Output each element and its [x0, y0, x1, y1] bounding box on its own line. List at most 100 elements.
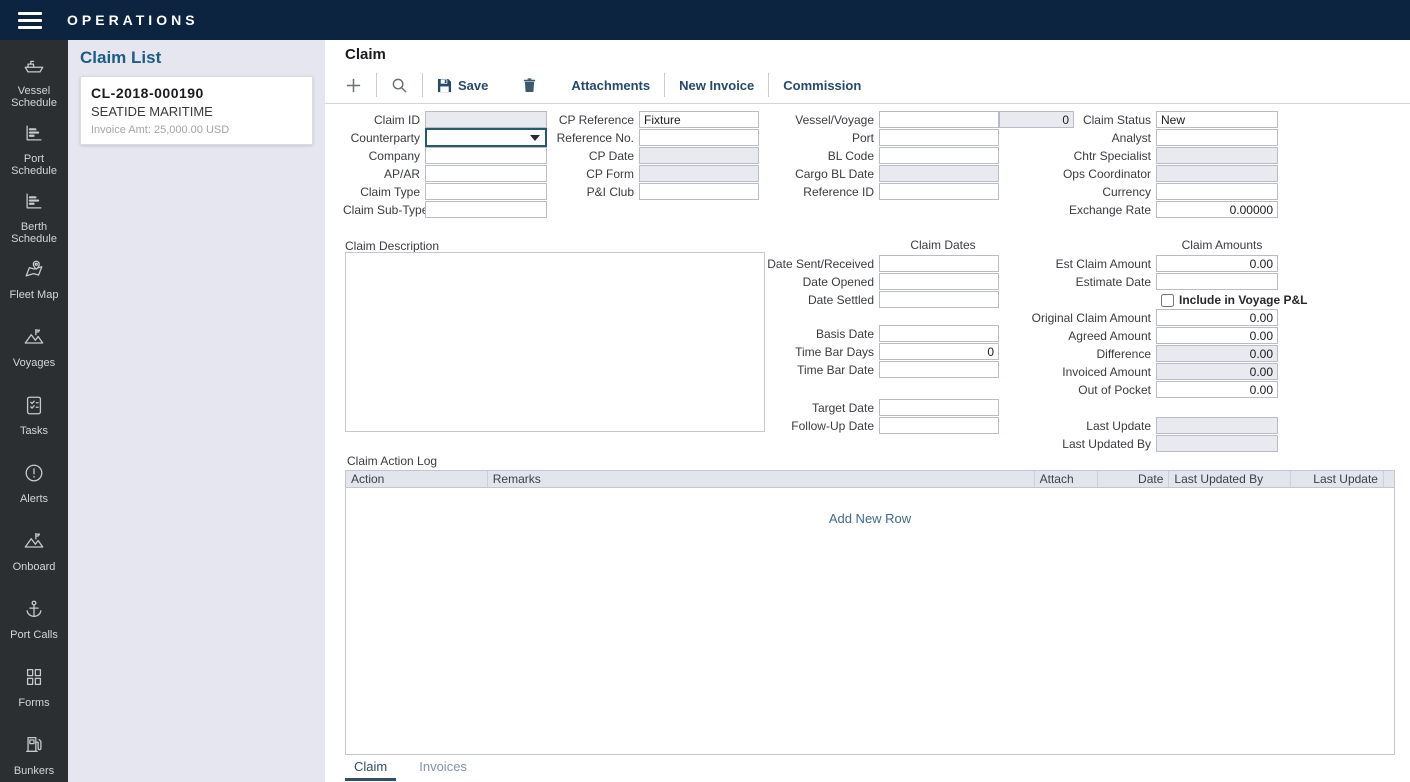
vessel-voyage-input[interactable] [879, 111, 999, 128]
estimate-date-label: Estimate Date [1009, 275, 1156, 289]
company-label: Company [343, 149, 425, 163]
follow-up-date-label: Follow-Up Date [767, 419, 879, 433]
est-claim-amount-input[interactable] [1156, 255, 1278, 272]
claim-list-panel: Claim List CL-2018-000190 SEATIDE MARITI… [68, 40, 325, 782]
reference-no-input[interactable] [639, 129, 759, 146]
follow-up-date-input[interactable] [879, 417, 999, 434]
reference-id-input[interactable] [879, 183, 999, 200]
claim-type-input[interactable] [425, 183, 547, 200]
out-of-pocket-input[interactable] [1156, 381, 1278, 398]
column-header-last-update: Last Update [1291, 471, 1384, 487]
time-bar-days-input[interactable] [879, 343, 999, 360]
claim-description-textarea[interactable] [345, 252, 765, 432]
agreed-amount-input[interactable] [1156, 327, 1278, 344]
claim-sub-type-label: Claim Sub-Type [343, 203, 425, 217]
sidebar-item-onboard[interactable]: Onboard [0, 530, 68, 598]
sidebar-item-voyages[interactable]: Voyages [0, 326, 68, 394]
toolbar-separator [768, 73, 769, 97]
difference-input [1156, 345, 1278, 362]
exchange-rate-input[interactable] [1156, 201, 1278, 218]
date-sent-received-input[interactable] [879, 255, 999, 272]
toolbar: Save Attachments New Invoice Commission [339, 70, 867, 100]
checklist-icon [23, 394, 45, 421]
mountain-route-icon [23, 326, 45, 353]
counterparty-select[interactable] [425, 128, 547, 147]
plus-icon [345, 77, 362, 94]
add-button[interactable] [339, 75, 368, 96]
sidebar-item-bunkers[interactable]: Bunkers [0, 734, 68, 782]
chtr-specialist-label: Chtr Specialist [1009, 149, 1156, 163]
column-header-action: Action [346, 471, 488, 487]
toolbar-separator [664, 73, 665, 97]
sidebar-item-tasks[interactable]: Tasks [0, 394, 68, 462]
delete-button[interactable] [516, 75, 543, 95]
basis-date-input[interactable] [879, 325, 999, 342]
currency-input[interactable] [1156, 183, 1278, 200]
tab-claim[interactable]: Claim [345, 756, 396, 781]
sidebar-item-fleet-map[interactable]: Fleet Map [0, 258, 68, 326]
sidebar-item-vessel-schedule[interactable]: Vessel Schedule [0, 54, 68, 122]
search-button[interactable] [385, 75, 414, 96]
claim-list-item[interactable]: CL-2018-000190 SEATIDE MARITIME Invoice … [80, 76, 313, 145]
page-title: Claim [345, 46, 386, 63]
claim-status-input[interactable] [1156, 111, 1278, 128]
bl-code-input[interactable] [879, 147, 999, 164]
gantt-icon [23, 190, 45, 217]
cp-date-label: CP Date [547, 149, 639, 163]
app-title: OPERATIONS [67, 12, 199, 28]
save-icon [437, 78, 452, 93]
date-settled-input[interactable] [879, 291, 999, 308]
gantt-icon [23, 122, 45, 149]
toolbar-divider [325, 103, 1410, 104]
claim-sub-type-input[interactable] [425, 201, 547, 218]
add-new-row-link[interactable]: Add New Row [346, 511, 1394, 526]
claim-dates-title: Claim Dates [883, 238, 1003, 252]
claim-status-label: Claim Status [1009, 113, 1156, 127]
company-input[interactable] [425, 147, 547, 164]
original-claim-amount-input[interactable] [1156, 309, 1278, 326]
cp-reference-input[interactable] [639, 111, 759, 128]
cp-form-input [639, 165, 759, 182]
attachments-button[interactable]: Attachments [565, 76, 656, 95]
time-bar-date-input[interactable] [879, 361, 999, 378]
last-update-label: Last Update [1009, 419, 1156, 433]
port-input[interactable] [879, 129, 999, 146]
original-claim-amount-label: Original Claim Amount [1009, 311, 1156, 325]
claim-card-id: CL-2018-000190 [91, 85, 302, 101]
target-date-label: Target Date [767, 401, 879, 415]
target-date-input[interactable] [879, 399, 999, 416]
chevron-down-icon [530, 135, 540, 141]
save-button[interactable]: Save [431, 76, 494, 95]
include-voyage-pl-checkbox[interactable] [1161, 294, 1174, 307]
commission-button[interactable]: Commission [777, 76, 867, 95]
column-header-remarks: Remarks [488, 471, 1035, 487]
sidebar-item-port-calls[interactable]: Port Calls [0, 598, 68, 666]
basis-date-label: Basis Date [767, 327, 879, 341]
claim-form: Claim Save [325, 40, 1410, 782]
estimate-date-input[interactable] [1156, 273, 1278, 290]
fuel-pump-icon [23, 734, 45, 761]
form-column-1: Claim ID Counterparty Company AP/AR Clai… [343, 111, 547, 219]
tab-invoices[interactable]: Invoices [410, 756, 476, 781]
ap-ar-input[interactable] [425, 165, 547, 182]
ops-coordinator-label: Ops Coordinator [1009, 167, 1156, 181]
sidebar-item-forms[interactable]: Forms [0, 666, 68, 734]
pi-club-input[interactable] [639, 183, 759, 200]
analyst-input[interactable] [1156, 129, 1278, 146]
reference-id-label: Reference ID [767, 185, 879, 199]
claim-id-label: Claim ID [343, 113, 425, 127]
claim-id-input [425, 111, 547, 128]
claim-dates-section: Date Sent/Received Date Opened Date Sett… [767, 255, 999, 435]
hamburger-menu-icon[interactable] [18, 12, 42, 29]
cp-reference-label: CP Reference [547, 113, 639, 127]
exchange-rate-label: Exchange Rate [1009, 203, 1156, 217]
date-opened-input[interactable] [879, 273, 999, 290]
sidebar-item-port-schedule[interactable]: Port Schedule [0, 122, 68, 190]
sidebar-item-berth-schedule[interactable]: Berth Schedule [0, 190, 68, 258]
toolbar-separator [422, 73, 423, 97]
cp-date-input [639, 147, 759, 164]
documents-icon [23, 666, 45, 693]
toolbar-separator [376, 73, 377, 97]
new-invoice-button[interactable]: New Invoice [673, 76, 760, 95]
sidebar-item-alerts[interactable]: Alerts [0, 462, 68, 530]
